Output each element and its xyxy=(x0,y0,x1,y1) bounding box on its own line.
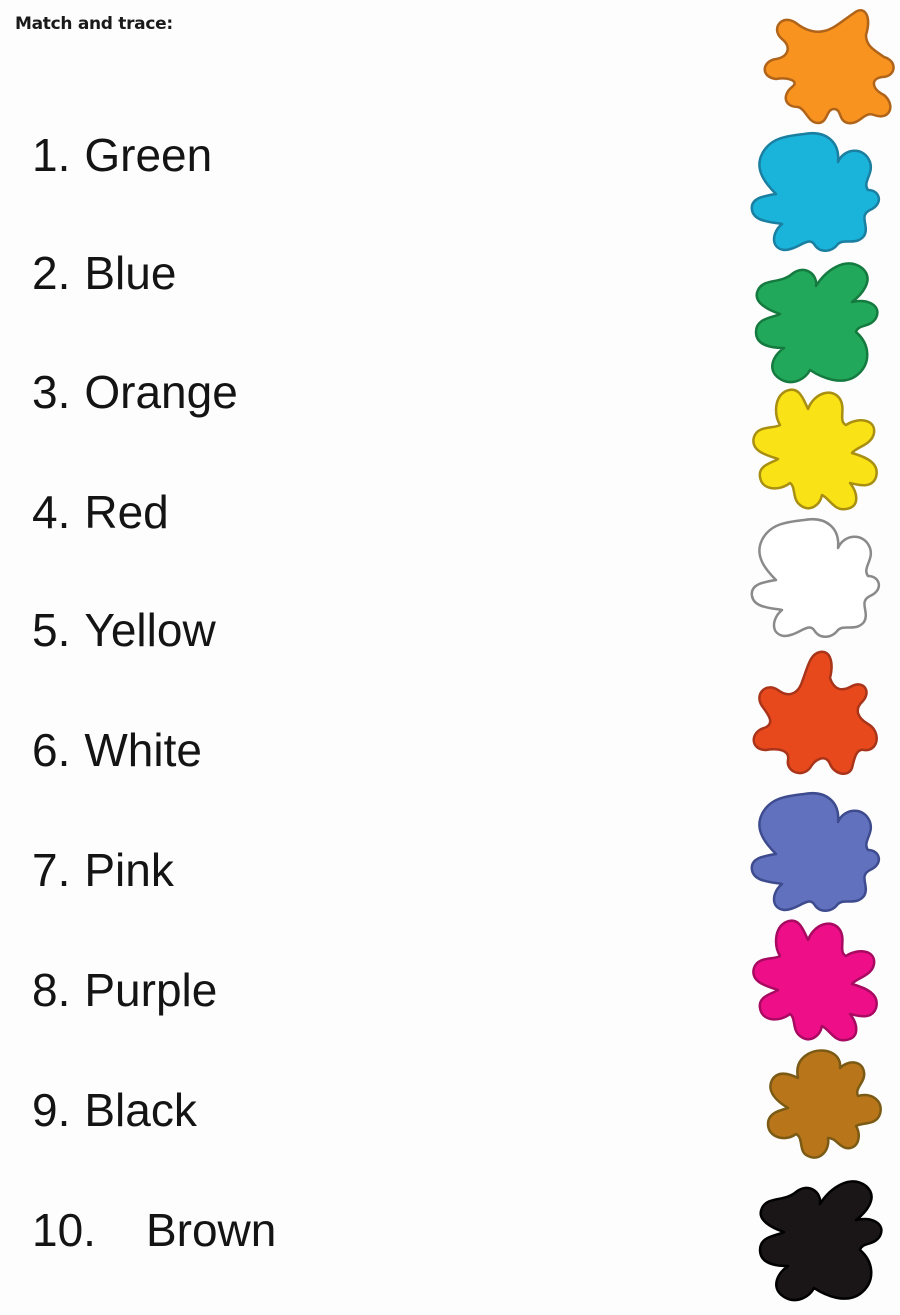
item-number: 7. xyxy=(32,844,71,896)
item-label: Black xyxy=(84,1084,197,1136)
worksheet-title: Match and trace: xyxy=(15,14,173,34)
brown-paint-blot-icon xyxy=(753,1043,883,1173)
orange-paint-blot-icon xyxy=(747,0,895,130)
item-label: Yellow xyxy=(84,604,216,656)
purple-paint-blot-icon xyxy=(747,787,880,917)
list-item: 5. Yellow xyxy=(32,602,216,658)
item-number: 6. xyxy=(32,724,71,776)
list-item: 3. Orange xyxy=(32,364,238,420)
item-number: 9. xyxy=(32,1084,71,1136)
list-item: 7. Pink xyxy=(32,842,174,898)
item-number: 4. xyxy=(32,486,71,538)
item-number: 2. xyxy=(32,247,71,299)
red-paint-blot-icon xyxy=(747,647,878,777)
item-label: Green xyxy=(84,129,213,181)
item-number: 10. xyxy=(32,1204,96,1256)
item-label: Blue xyxy=(84,247,177,299)
list-item: 6. White xyxy=(32,722,202,778)
item-label: Orange xyxy=(84,366,238,418)
item-label: Red xyxy=(84,486,169,538)
list-item: 2. Blue xyxy=(32,245,176,301)
yellow-paint-blot-icon xyxy=(749,382,879,512)
item-number: 5. xyxy=(32,604,71,656)
item-label: Purple xyxy=(84,964,218,1016)
green-paint-blot-icon xyxy=(747,255,879,385)
white-paint-blot-icon xyxy=(747,513,880,643)
item-label: Pink xyxy=(84,844,174,896)
black-paint-blot-icon xyxy=(751,1173,883,1303)
pink-paint-blot-icon xyxy=(749,913,879,1043)
item-label: White xyxy=(84,724,202,776)
list-item: 8. Purple xyxy=(32,962,217,1018)
item-number: 8. xyxy=(32,964,71,1016)
list-item: 10. Brown xyxy=(32,1202,276,1258)
item-label: Brown xyxy=(145,1204,277,1256)
item-number: 3. xyxy=(32,366,71,418)
list-item: 4. Red xyxy=(32,484,169,540)
list-item: 9. Black xyxy=(32,1082,197,1138)
blue-paint-blot-icon xyxy=(747,127,880,257)
item-number: 1. xyxy=(32,129,71,181)
list-item: 1. Green xyxy=(32,127,212,183)
